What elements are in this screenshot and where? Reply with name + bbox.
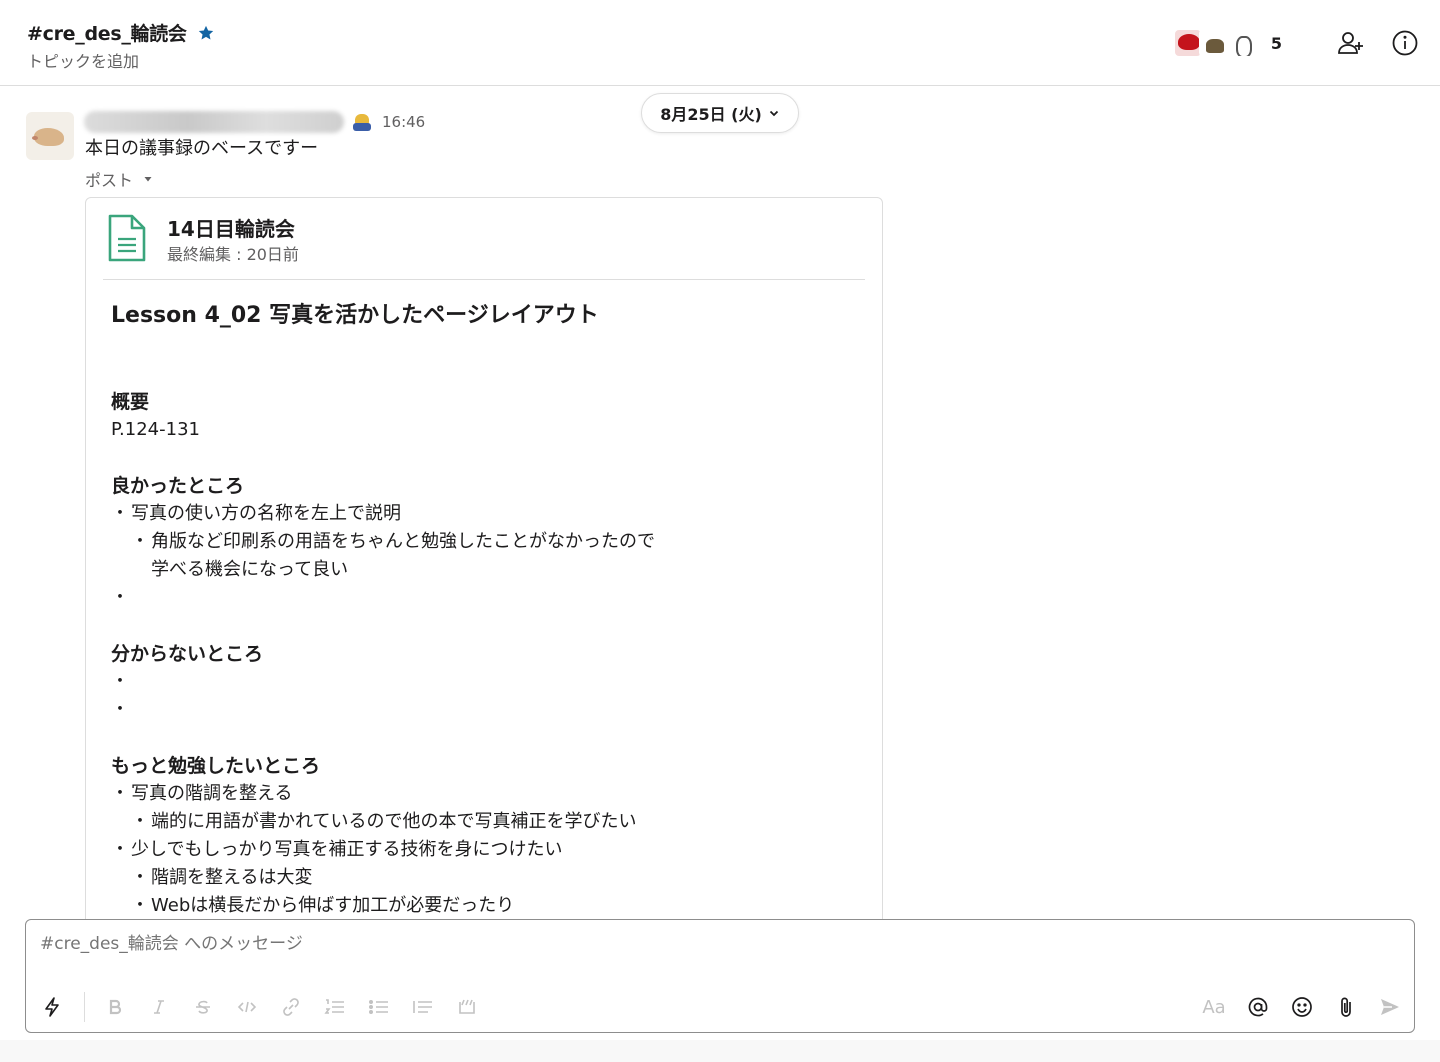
- message-timestamp[interactable]: 16:46: [382, 113, 425, 131]
- attachment-icon: [1341, 997, 1351, 1017]
- toolbar-divider: [84, 992, 85, 1022]
- shortcuts-icon: [45, 997, 59, 1017]
- channel-title[interactable]: #cre_des_輪読会: [27, 19, 215, 46]
- link-button[interactable]: [277, 993, 305, 1021]
- list-item-empty: [111, 584, 861, 612]
- document-icon: [108, 214, 146, 262]
- post-heading: Lesson 4_02 写真を活かしたページレイアウト: [111, 303, 599, 328]
- strikethrough-button[interactable]: [189, 993, 217, 1021]
- member-avatars[interactable]: [1172, 28, 1255, 58]
- message-input[interactable]: [40, 934, 1240, 954]
- emoji-icon: [1292, 997, 1312, 1017]
- add-member-button[interactable]: [1336, 28, 1366, 58]
- bulleted-list-button[interactable]: [365, 993, 393, 1021]
- emoji-button[interactable]: [1288, 993, 1316, 1021]
- post-last-edited: 最終編集 : 20日前: [167, 245, 299, 264]
- ordered-list-button[interactable]: [321, 993, 349, 1021]
- window-bottom-strip: [0, 1040, 1440, 1062]
- date-divider-button[interactable]: 8月25日 (火): [641, 93, 799, 133]
- date-label: 8月25日 (火): [660, 105, 762, 124]
- code-block-button[interactable]: [453, 993, 481, 1021]
- mention-button[interactable]: [1244, 993, 1272, 1021]
- section-overview-heading: 概要: [111, 391, 150, 413]
- composer-toolbar: Aa: [38, 992, 1404, 1022]
- caret-down-icon: [144, 177, 152, 182]
- blockquote-icon: [413, 1001, 432, 1013]
- list-item: 少しでもしっかり写真を補正する技術を身につけたい: [111, 836, 861, 864]
- list-item-empty: [111, 696, 861, 724]
- sender-name-blurred[interactable]: [84, 111, 344, 133]
- code-block-icon: [459, 999, 475, 1014]
- list-item: 階調を整えるは大変: [111, 864, 861, 892]
- post-title[interactable]: 14日目輪読会: [167, 213, 295, 242]
- status-emoji-icon: [352, 112, 372, 132]
- header-actions: 5: [1172, 22, 1420, 64]
- link-icon: [283, 998, 299, 1016]
- italic-button[interactable]: [145, 993, 173, 1021]
- send-button[interactable]: [1376, 993, 1404, 1021]
- chevron-down-icon: [769, 110, 778, 117]
- bold-icon: [109, 999, 122, 1015]
- list-item: 端的に用語が書かれているので他の本で写真補正を学びたい: [111, 808, 861, 836]
- message-header: 16:46: [84, 109, 425, 135]
- channel-name: #cre_des_輪読会: [27, 23, 187, 45]
- list-item: 写真の階調を整える: [111, 780, 861, 808]
- post-attachment[interactable]: 14日目輪読会 最終編集 : 20日前 Lesson 4_02 写真を活かしたペ…: [85, 197, 883, 919]
- code-button[interactable]: [233, 993, 261, 1021]
- italic-icon: [154, 1000, 164, 1014]
- list-item: 写真の使い方の名称を左上で説明: [111, 500, 861, 528]
- mention-icon: [1248, 997, 1268, 1017]
- section-study-heading: もっと勉強したいところ: [111, 755, 321, 777]
- code-icon: [237, 1001, 257, 1013]
- member-count[interactable]: 5: [1271, 34, 1282, 53]
- shortcuts-button[interactable]: [38, 993, 66, 1021]
- composer-toolbar-right: Aa: [1184, 993, 1404, 1021]
- channel-header: #cre_des_輪読会 トピックを追加 5: [0, 0, 1440, 86]
- send-icon: [1381, 999, 1399, 1015]
- message-text: 本日の議事録のベースですー: [85, 138, 319, 159]
- channel-details-button[interactable]: [1390, 28, 1420, 58]
- list-item-continuation: 学べる機会になって良い: [151, 559, 349, 580]
- section-good-heading: 良かったところ: [111, 475, 245, 497]
- pages-text: P.124-131: [111, 419, 200, 440]
- message-composer: Aa: [25, 919, 1415, 1033]
- formatting-toggle-button[interactable]: Aa: [1200, 993, 1228, 1021]
- add-member-icon: [1338, 32, 1363, 54]
- strikethrough-icon: [196, 1000, 210, 1014]
- post-toggle[interactable]: ポスト: [85, 167, 153, 191]
- add-topic-link[interactable]: トピックを追加: [27, 48, 139, 72]
- post-body: Lesson 4_02 写真を活かしたページレイアウト 概要 P.124-131…: [111, 298, 861, 919]
- blockquote-button[interactable]: [409, 993, 437, 1021]
- list-item: 角版など印刷系の用語をちゃんと勉強したことがなかったので: [111, 528, 861, 556]
- info-icon: [1392, 30, 1418, 56]
- bulleted-list-icon: [368, 999, 388, 1015]
- sender-avatar[interactable]: [26, 112, 74, 160]
- bold-button[interactable]: [101, 993, 129, 1021]
- formatting-aa-label: Aa: [1202, 996, 1226, 1018]
- star-icon[interactable]: [197, 24, 215, 42]
- ordered-list-icon: [324, 999, 344, 1014]
- list-item: Webは横長だから伸ばす加工が必要だったり: [111, 892, 861, 919]
- attachment-button[interactable]: [1332, 993, 1360, 1021]
- post-label: ポスト: [85, 171, 134, 190]
- post-divider: [103, 279, 865, 280]
- list-item-empty: [111, 668, 861, 696]
- section-unclear-heading: 分からないところ: [111, 643, 264, 665]
- message-list[interactable]: 8月25日 (火) 16:46 本日の議事録のベースですー ポスト 14日目輪読…: [0, 87, 1440, 919]
- member-avatar: [1224, 28, 1255, 58]
